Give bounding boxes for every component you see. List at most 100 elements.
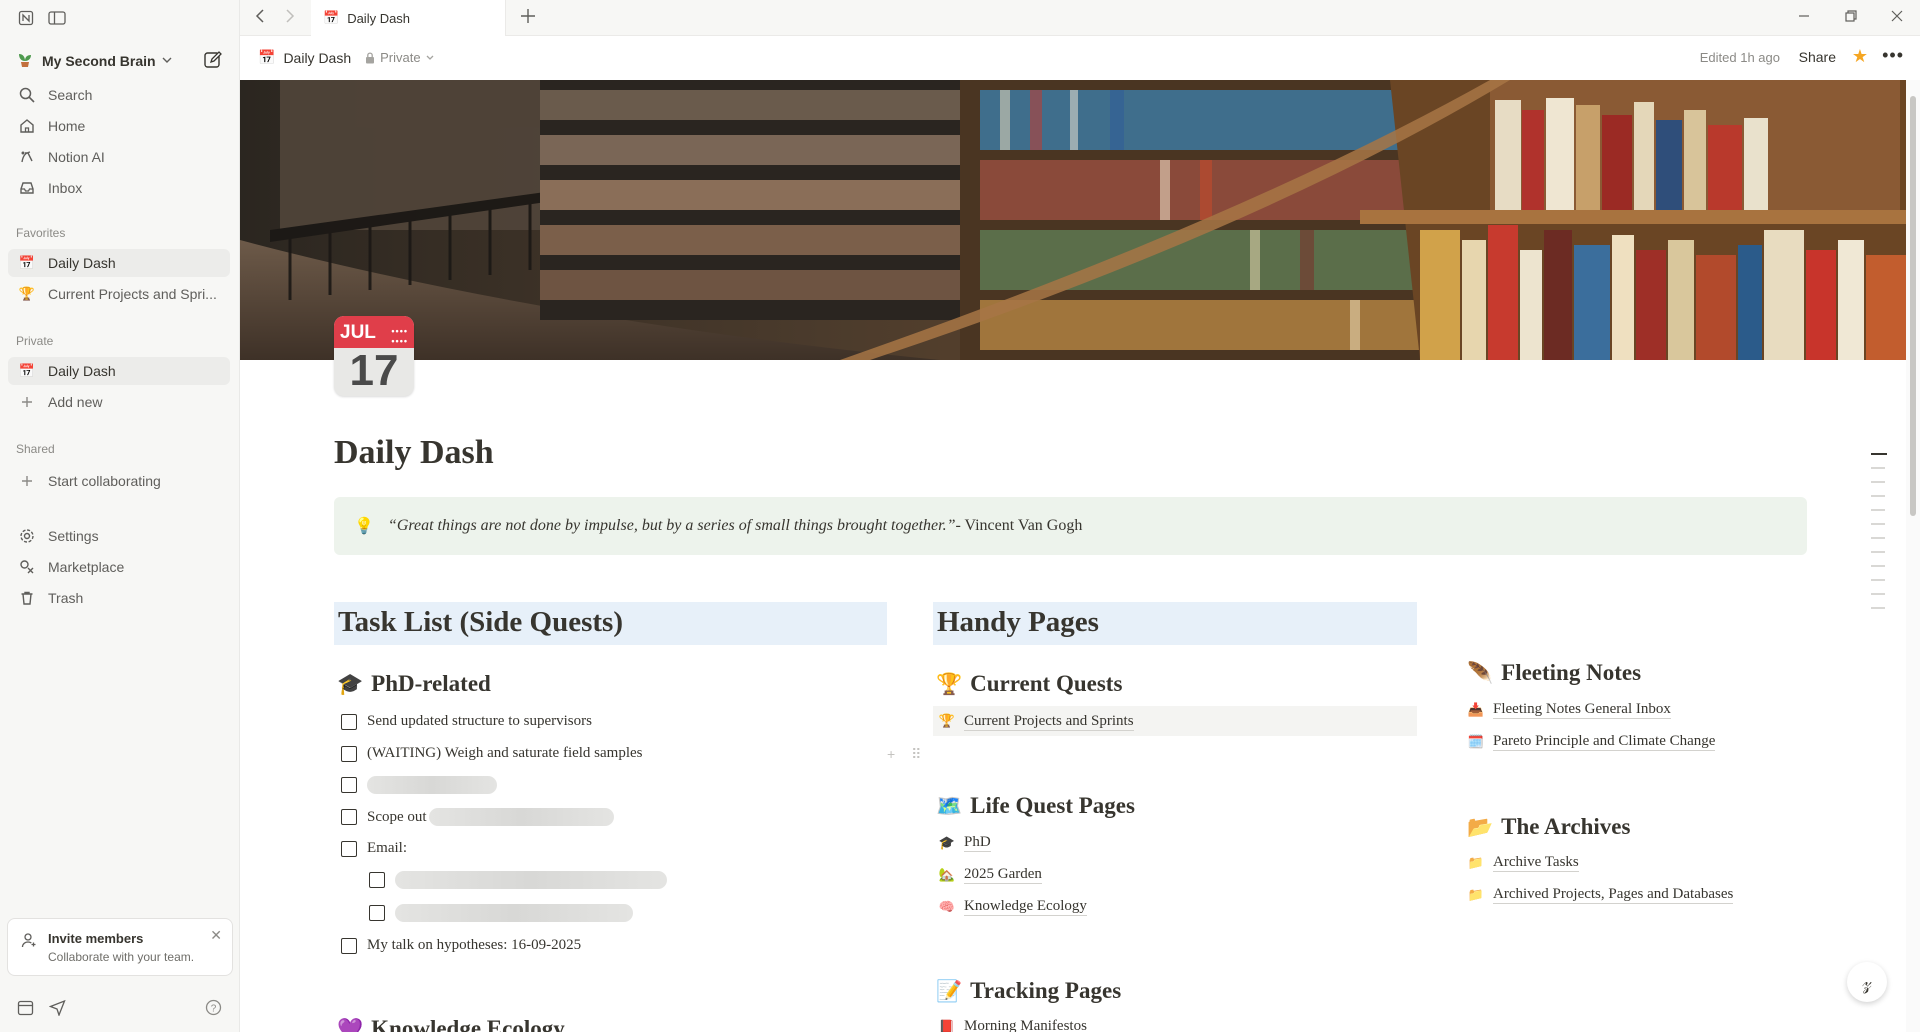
sidebar-item-trash[interactable]: Trash [8, 584, 230, 612]
page-link-knowledge-ecology[interactable]: 🧠 Knowledge Ecology [938, 897, 1087, 916]
quote-callout[interactable]: 💡 “Great things are not done by impulse,… [334, 497, 1807, 555]
todo-text[interactable]: Email: [367, 840, 407, 857]
house-garden-icon: 🏡 [938, 866, 956, 882]
notion-logo-icon[interactable] [18, 10, 34, 29]
page-link-fleeting-inbox[interactable]: 📥 Fleeting Notes General Inbox [1467, 700, 1671, 719]
help-icon[interactable]: ? [205, 999, 222, 1019]
redacted-text [367, 776, 497, 794]
phd-related-heading: 🎓 PhD-related [337, 671, 491, 697]
sidebar-item-add-new[interactable]: Add new [8, 388, 230, 416]
restore-icon[interactable] [1845, 9, 1857, 25]
page-title[interactable]: Daily Dash [334, 434, 494, 472]
checkbox[interactable] [369, 905, 385, 921]
todo-item: Email: [341, 840, 407, 857]
new-tab-icon[interactable] [520, 7, 536, 30]
page-link-archive-tasks[interactable]: 📁 Archive Tasks [1467, 853, 1579, 872]
page-link-morning-manifestos[interactable]: 📕 Morning Manifestos [938, 1017, 1087, 1032]
todo-text[interactable]: My talk on hypotheses: 16-09-2025 [367, 937, 581, 954]
table-of-contents-minimap[interactable] [1871, 453, 1887, 621]
sidebar-top-controls [18, 10, 66, 29]
scrollbar-thumb[interactable] [1910, 96, 1916, 516]
window-close-icon[interactable] [1891, 9, 1903, 25]
heading-label: The Archives [1501, 814, 1631, 839]
page-link-2025-garden[interactable]: 🏡 2025 Garden [938, 865, 1042, 884]
gear-icon [18, 527, 36, 545]
new-page-icon[interactable] [203, 50, 225, 72]
map-icon: 🗺️ [936, 793, 963, 818]
close-icon[interactable]: ✕ [210, 927, 222, 944]
cover-image-library [240, 80, 1906, 360]
invite-members-card[interactable]: Invite members Collaborate with your tea… [7, 918, 233, 976]
workspace-name: My Second Brain [42, 53, 156, 69]
sidebar-item-label: Search [48, 87, 93, 103]
tracking-pages-heading: 📝 Tracking Pages [936, 978, 1121, 1004]
plus-icon [18, 393, 36, 411]
heading-label: PhD-related [371, 671, 491, 696]
sidebar-item-label: Inbox [48, 180, 83, 196]
sidebar-item-label: Notion AI [48, 149, 105, 165]
sidebar-item-settings[interactable]: Settings [8, 522, 230, 550]
page-scrollbar[interactable] [1906, 80, 1920, 1032]
redacted-text [395, 871, 667, 889]
lock-icon [366, 51, 375, 63]
send-icon[interactable] [48, 999, 66, 1019]
page-icon-calendar[interactable]: JUL •••• •••• 17 [334, 316, 414, 396]
more-options-icon[interactable]: ••• [1882, 45, 1904, 66]
todo-text[interactable]: Send updated structure to supervisors [367, 713, 592, 730]
page-link-phd[interactable]: 🎓 PhD [938, 833, 991, 852]
page-header-bar: 📅 Daily Dash Private Edited 1h ago Share… [240, 36, 1920, 80]
sidebar-item-marketplace[interactable]: Marketplace [8, 553, 230, 581]
checkbox[interactable] [341, 809, 357, 825]
invite-title: Invite members [48, 931, 144, 946]
checkbox[interactable] [341, 777, 357, 793]
sidebar-item-start-collaborating[interactable]: Start collaborating [8, 467, 230, 495]
tab-daily-dash[interactable]: 📅 Daily Dash [311, 0, 506, 36]
current-quests-heading: 🏆 Current Quests [936, 671, 1122, 697]
checkbox[interactable] [341, 713, 357, 730]
checkbox[interactable] [341, 937, 357, 954]
workspace-switcher[interactable]: My Second Brain [8, 46, 227, 76]
favorite-star-icon[interactable]: ★ [1852, 46, 1868, 67]
sidebar-item-label: Trash [48, 590, 84, 606]
calendar-icon: 📅 [258, 49, 276, 65]
sidebar-item-inbox[interactable]: Inbox [8, 174, 230, 202]
sidebar-item-search[interactable]: Search [8, 81, 230, 109]
page-link-label: Archive Tasks [1493, 854, 1579, 872]
sidebar-toggle-icon[interactable] [48, 10, 66, 29]
sidebar-item-home[interactable]: Home [8, 112, 230, 140]
checkbox[interactable] [369, 872, 385, 888]
back-arrow-icon[interactable] [254, 8, 268, 27]
checkbox[interactable] [341, 840, 357, 857]
breadcrumb-page-title[interactable]: Daily Dash [283, 50, 351, 66]
user-add-icon [21, 932, 37, 951]
sidebar-item-label: Current Projects and Spri... [48, 286, 217, 302]
invite-subtitle: Collaborate with your team. [48, 950, 195, 964]
redacted-text [428, 808, 614, 826]
calendar-day: 17 [349, 346, 399, 395]
forward-arrow-icon[interactable] [282, 8, 296, 27]
todo-text[interactable]: Scope out [367, 809, 427, 826]
sidebar-item-daily-dash-favorite[interactable]: 📅 Daily Dash [8, 249, 230, 277]
calendar-icon: 📅 [323, 10, 340, 25]
trophy-icon: 🏆 [938, 713, 956, 728]
privacy-dropdown[interactable]: Private [365, 50, 434, 65]
checkbox[interactable] [341, 745, 357, 762]
sidebar-item-daily-dash-private[interactable]: 📅 Daily Dash [8, 357, 230, 385]
minimize-icon[interactable] [1798, 9, 1810, 25]
favorites-section-label: Favorites [16, 226, 66, 240]
page-link-archived-projects[interactable]: 📁 Archived Projects, Pages and Databases [1467, 885, 1734, 904]
sidebar-item-label: Daily Dash [48, 255, 116, 271]
sidebar-item-notion-ai[interactable]: Notion AI [8, 143, 230, 171]
open-folder-icon: 📂 [1467, 814, 1494, 839]
block-drag-handle-icon[interactable]: + ⠿ [887, 746, 927, 763]
page-link-label: Morning Manifestos [964, 1017, 1087, 1032]
notion-ai-assistant-icon[interactable]: 𝓏 [1847, 962, 1887, 1002]
sidebar-item-current-projects[interactable]: 🏆 Current Projects and Spri... [8, 280, 230, 308]
page-link-pareto-principle[interactable]: 🗓️ Pareto Principle and Climate Change [1467, 732, 1716, 751]
todo-text[interactable]: (WAITING) Weigh and saturate field sampl… [367, 745, 643, 762]
heading-label: Current Quests [970, 671, 1123, 696]
purple-heart-icon: 💜 [337, 1016, 364, 1032]
calendar-app-icon[interactable] [17, 999, 34, 1019]
page-link-current-projects[interactable]: 🏆 Current Projects and Sprints [933, 706, 1417, 736]
share-button[interactable]: Share [1799, 49, 1836, 65]
